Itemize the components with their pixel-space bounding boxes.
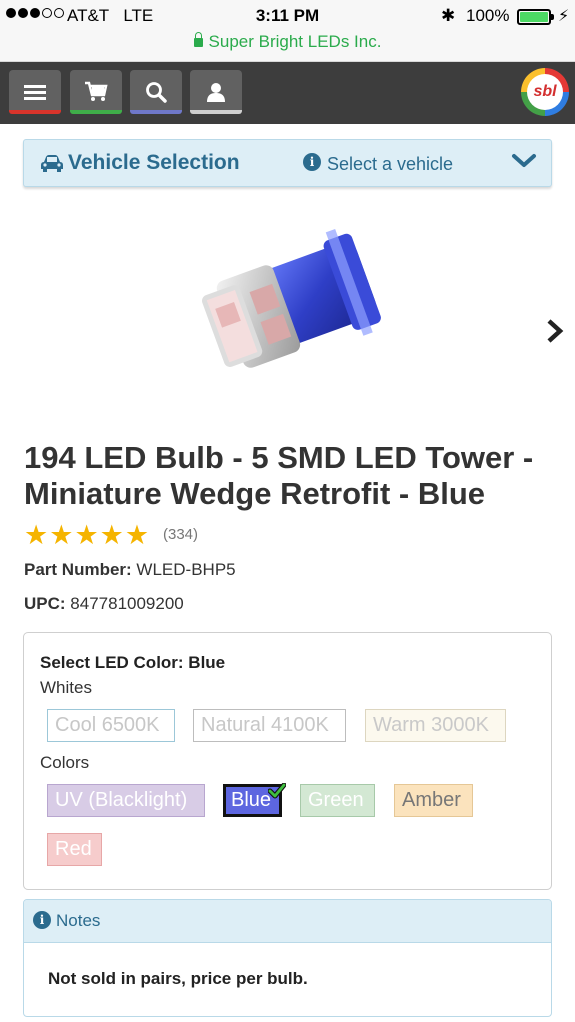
color-option-warm-3000k[interactable]: Warm 3000K bbox=[365, 709, 506, 742]
notes-panel: i Notes Not sold in pairs, price per bul… bbox=[23, 899, 552, 1017]
battery-icon bbox=[517, 9, 554, 25]
select-vehicle-label: Select a vehicle bbox=[327, 154, 454, 174]
logo-text: sbl bbox=[527, 74, 563, 110]
navbar: sbl bbox=[0, 62, 575, 124]
star-icon: ★ bbox=[74, 520, 99, 550]
status-bar: AT&T LTE 3:11 PM ✱ 100% ⚡ Super Bright L… bbox=[0, 0, 575, 62]
colors-label: Colors bbox=[40, 753, 90, 772]
whites-label: Whites bbox=[40, 678, 92, 697]
car-icon bbox=[41, 155, 63, 172]
vehicle-selection-title: Vehicle Selection bbox=[68, 151, 240, 174]
star-icon: ★ bbox=[49, 520, 74, 550]
color-option-amber[interactable]: Amber bbox=[394, 784, 473, 817]
notes-text: Not sold in pairs, price per bulb. bbox=[48, 969, 308, 988]
lock-icon bbox=[193, 32, 203, 47]
product-title: 194 LED Bulb - 5 SMD LED Tower - Miniatu… bbox=[24, 440, 534, 511]
menu-icon bbox=[24, 82, 46, 103]
battery-percent: 100% bbox=[466, 6, 510, 25]
review-count[interactable]: (334) bbox=[163, 526, 198, 543]
search-button[interactable] bbox=[130, 70, 182, 114]
color-option-natural-4100k[interactable]: Natural 4100K bbox=[193, 709, 346, 742]
color-option-red[interactable]: Red bbox=[47, 833, 102, 866]
chevron-down-icon bbox=[512, 154, 536, 167]
site-logo[interactable]: sbl bbox=[521, 68, 569, 116]
next-image-arrow-icon[interactable] bbox=[545, 318, 565, 344]
vehicle-selection-bar[interactable]: Vehicle Selection i Select a vehicle bbox=[23, 139, 552, 187]
upc: UPC: 847781009200 bbox=[24, 594, 184, 614]
star-icon: ★ bbox=[24, 520, 49, 550]
bluetooth-icon: ✱ bbox=[441, 6, 456, 25]
info-icon: i bbox=[33, 911, 51, 929]
search-icon bbox=[146, 82, 167, 103]
color-option-green[interactable]: Green bbox=[300, 784, 375, 817]
address-bar[interactable]: Super Bright LEDs Inc. bbox=[0, 32, 575, 52]
charging-icon: ⚡ bbox=[558, 8, 570, 25]
cart-button[interactable] bbox=[70, 70, 122, 114]
select-color-title: Select LED Color: Blue bbox=[40, 653, 226, 672]
notes-header[interactable]: i Notes bbox=[24, 900, 551, 943]
cart-icon bbox=[85, 81, 108, 101]
part-number-label: Part Number: bbox=[24, 560, 132, 579]
notes-title: Notes bbox=[56, 911, 101, 930]
upc-label: UPC: bbox=[24, 594, 66, 613]
color-selector: Select LED Color: Blue Whites Cool 6500K… bbox=[23, 632, 552, 890]
part-number-value: WLED-BHP5 bbox=[136, 560, 236, 579]
led-bulb-image bbox=[202, 228, 381, 368]
color-option-uv[interactable]: UV (Blacklight) bbox=[47, 784, 205, 817]
product-image[interactable] bbox=[168, 210, 408, 415]
checkmark-icon bbox=[268, 783, 286, 799]
star-icon: ★ bbox=[99, 520, 124, 550]
upc-value: 847781009200 bbox=[70, 594, 184, 613]
part-number: Part Number: WLED-BHP5 bbox=[24, 560, 236, 580]
color-option-cool-6500k[interactable]: Cool 6500K bbox=[47, 709, 175, 742]
user-icon bbox=[207, 83, 225, 102]
star-icon: ★ bbox=[124, 520, 150, 550]
info-icon: i bbox=[303, 153, 321, 171]
star-rating[interactable]: ★ ★ ★ ★ ★ bbox=[24, 520, 150, 550]
account-button[interactable] bbox=[190, 70, 242, 114]
site-name: Super Bright LEDs Inc. bbox=[208, 32, 382, 51]
menu-button[interactable] bbox=[9, 70, 61, 114]
